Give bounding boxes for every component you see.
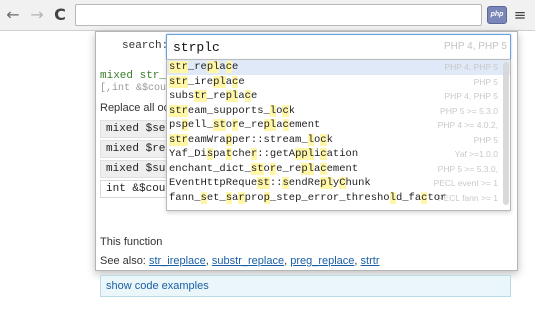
see-also-link[interactable]: preg_replace [290, 255, 354, 267]
suggestion-name: Yaf_Dispatcher::getApplication [169, 148, 359, 160]
see-also-link[interactable]: substr_replace [212, 255, 284, 267]
suggestion-name: stream_supports_lock [169, 104, 296, 117]
search-label: search: [122, 40, 169, 52]
suggestion-item[interactable]: substr_replace PHP 4, PHP 5 [167, 89, 510, 104]
suggestion-name: enchant_dict_store_replacement [169, 162, 359, 175]
suggestion-name: streamWrapper::stream_lock [169, 133, 333, 146]
suggestion-version: PHP 5 >= 5.3.0 [440, 105, 498, 116]
see-also-link[interactable]: strtr [361, 255, 380, 267]
suggestion-item[interactable]: pspell_store_replacement PHP 4 >= 4.0.2, [167, 118, 510, 133]
php-lookup-popup: search: PHP 4, PHP 5 mixed str_r [,int &… [95, 31, 518, 297]
suggestion-item[interactable]: fann_set_sarprop_step_error_threshold_fa… [167, 191, 510, 206]
see-also-label: See also: [100, 255, 146, 267]
browser-toolbar: ← → C php ≡ [0, 0, 535, 31]
suggestion-item[interactable]: EventHttpRequest::sendReplyChunk PECL eve… [167, 176, 510, 191]
suggestion-name: substr_replace [169, 90, 258, 102]
php-extension-icon[interactable]: php [487, 6, 507, 24]
function-signature-cont: [,int &$cou [100, 83, 167, 94]
suggestion-version: PECL event >= 1 [433, 178, 498, 188]
show-code-examples-button[interactable]: show code examples [100, 275, 511, 297]
search-version: PHP 4, PHP 5 [444, 41, 507, 52]
suggestion-version: PHP 4, PHP 5 [444, 62, 498, 72]
reload-icon[interactable]: C [50, 5, 70, 25]
suggestion-item[interactable]: enchant_dict_store_replacement PHP 5 >= 5… [167, 162, 510, 177]
suggestion-name: str_ireplace [169, 75, 245, 88]
forward-arrow-icon[interactable]: → [27, 5, 47, 25]
suggestion-item[interactable]: str_ireplace PHP 5 [167, 75, 510, 90]
dropdown-scrollbar[interactable] [503, 62, 509, 205]
suggestion-version: PHP 5 [473, 134, 498, 145]
suggestion-item[interactable]: str_replace PHP 4, PHP 5 [167, 60, 510, 75]
see-also-link[interactable]: str_ireplace [149, 255, 206, 267]
suggestion-version: PHP 4 >= 4.0.2, [437, 120, 498, 130]
back-arrow-icon[interactable]: ← [3, 5, 23, 25]
suggestion-version: PECL fann >= 1 [437, 192, 498, 203]
suggestion-version: PHP 5 >= 5.3.0, [437, 163, 498, 174]
function-body-text: This function [100, 236, 163, 248]
suggestion-item[interactable]: Yaf_Dispatcher::getApplication Yaf >=1.0.… [167, 147, 510, 162]
suggestion-item[interactable]: streamWrapper::stream_lock PHP 5 [167, 133, 510, 148]
see-also: See also: str_ireplace, substr_replace, … [100, 255, 380, 267]
suggestion-version: PHP 5 [473, 76, 498, 87]
suggestion-name: str_replace [169, 61, 239, 73]
suggestion-version: Yaf >=1.0.0 [454, 149, 498, 159]
suggestion-name: pspell_store_replacement [169, 119, 321, 131]
menu-icon[interactable]: ≡ [513, 6, 527, 24]
suggestion-version: PHP 4, PHP 5 [444, 91, 498, 101]
suggestion-name: EventHttpRequest::sendReplyChunk [169, 177, 371, 189]
address-bar[interactable] [75, 4, 482, 26]
autocomplete-dropdown: str_replace PHP 4, PHP 5 str_ireplace PHP 5… [166, 59, 511, 211]
function-signature: mixed str_r [100, 70, 173, 82]
suggestion-name: fann_set_sarprop_step_error_threshold_fa… [169, 191, 447, 204]
suggestion-item[interactable]: stream_supports_lock PHP 5 >= 5.3.0 [167, 104, 510, 119]
function-description: Replace all oc [100, 102, 170, 114]
